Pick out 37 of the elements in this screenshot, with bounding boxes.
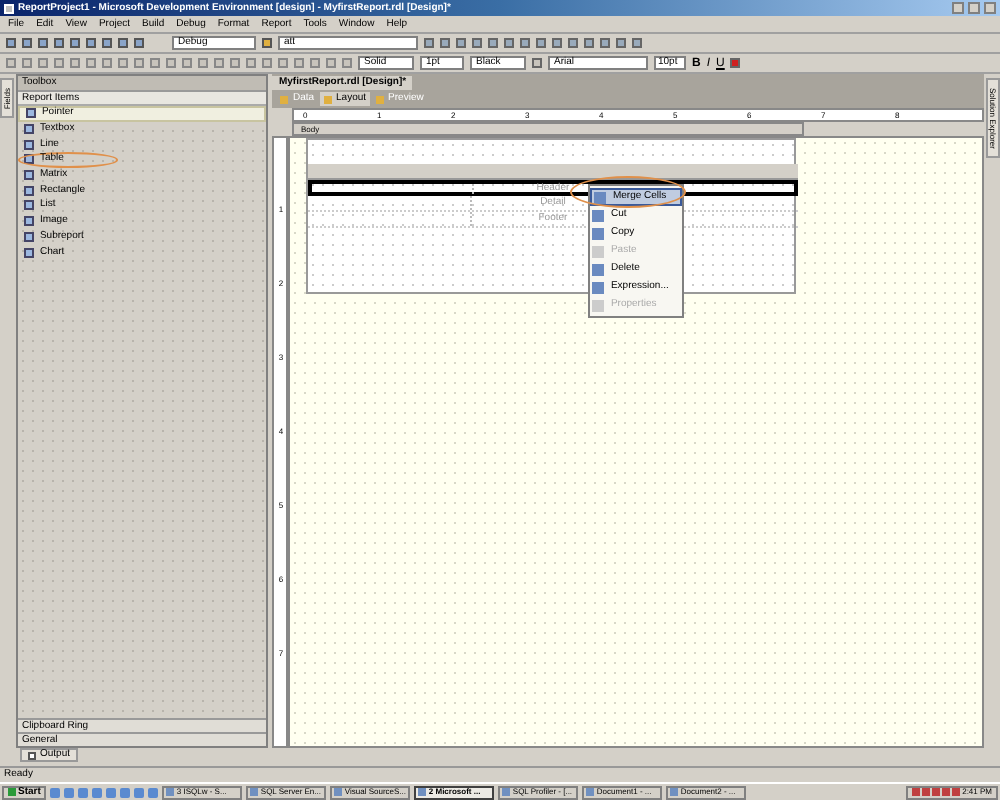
square-icon [23,139,34,150]
square-icon [23,216,34,227]
window-icon [250,788,259,796]
window-icon [4,3,14,13]
font-color-icon [730,58,741,68]
close-button[interactable] [984,2,996,14]
border-icon [532,58,542,68]
square-icon [592,209,605,221]
square-icon [592,281,605,293]
window-icon [418,788,427,796]
flag-icon [8,788,16,796]
window-icon [502,788,511,796]
window-icon [28,751,36,759]
square-icon [23,231,34,242]
minimize-button[interactable] [952,2,964,14]
square-icon [23,154,34,165]
window-icon [586,788,595,796]
square-icon [592,245,605,257]
document-icon [280,95,289,103]
window-icon [334,788,343,796]
window-icon [166,788,175,796]
square-icon [592,299,605,311]
document-icon [376,95,385,103]
square-icon [23,124,34,135]
square-icon [23,170,34,181]
document-icon [324,95,333,103]
square-icon [592,263,605,275]
square-icon [25,108,36,119]
maximize-button[interactable] [968,2,980,14]
highlight-ellipse [570,176,687,208]
square-icon [23,185,34,196]
folder-icon [262,38,272,48]
square-icon [23,247,34,258]
square-icon [23,200,34,211]
window-icon [670,788,679,796]
square-icon [592,227,605,239]
square-icon [594,191,607,203]
